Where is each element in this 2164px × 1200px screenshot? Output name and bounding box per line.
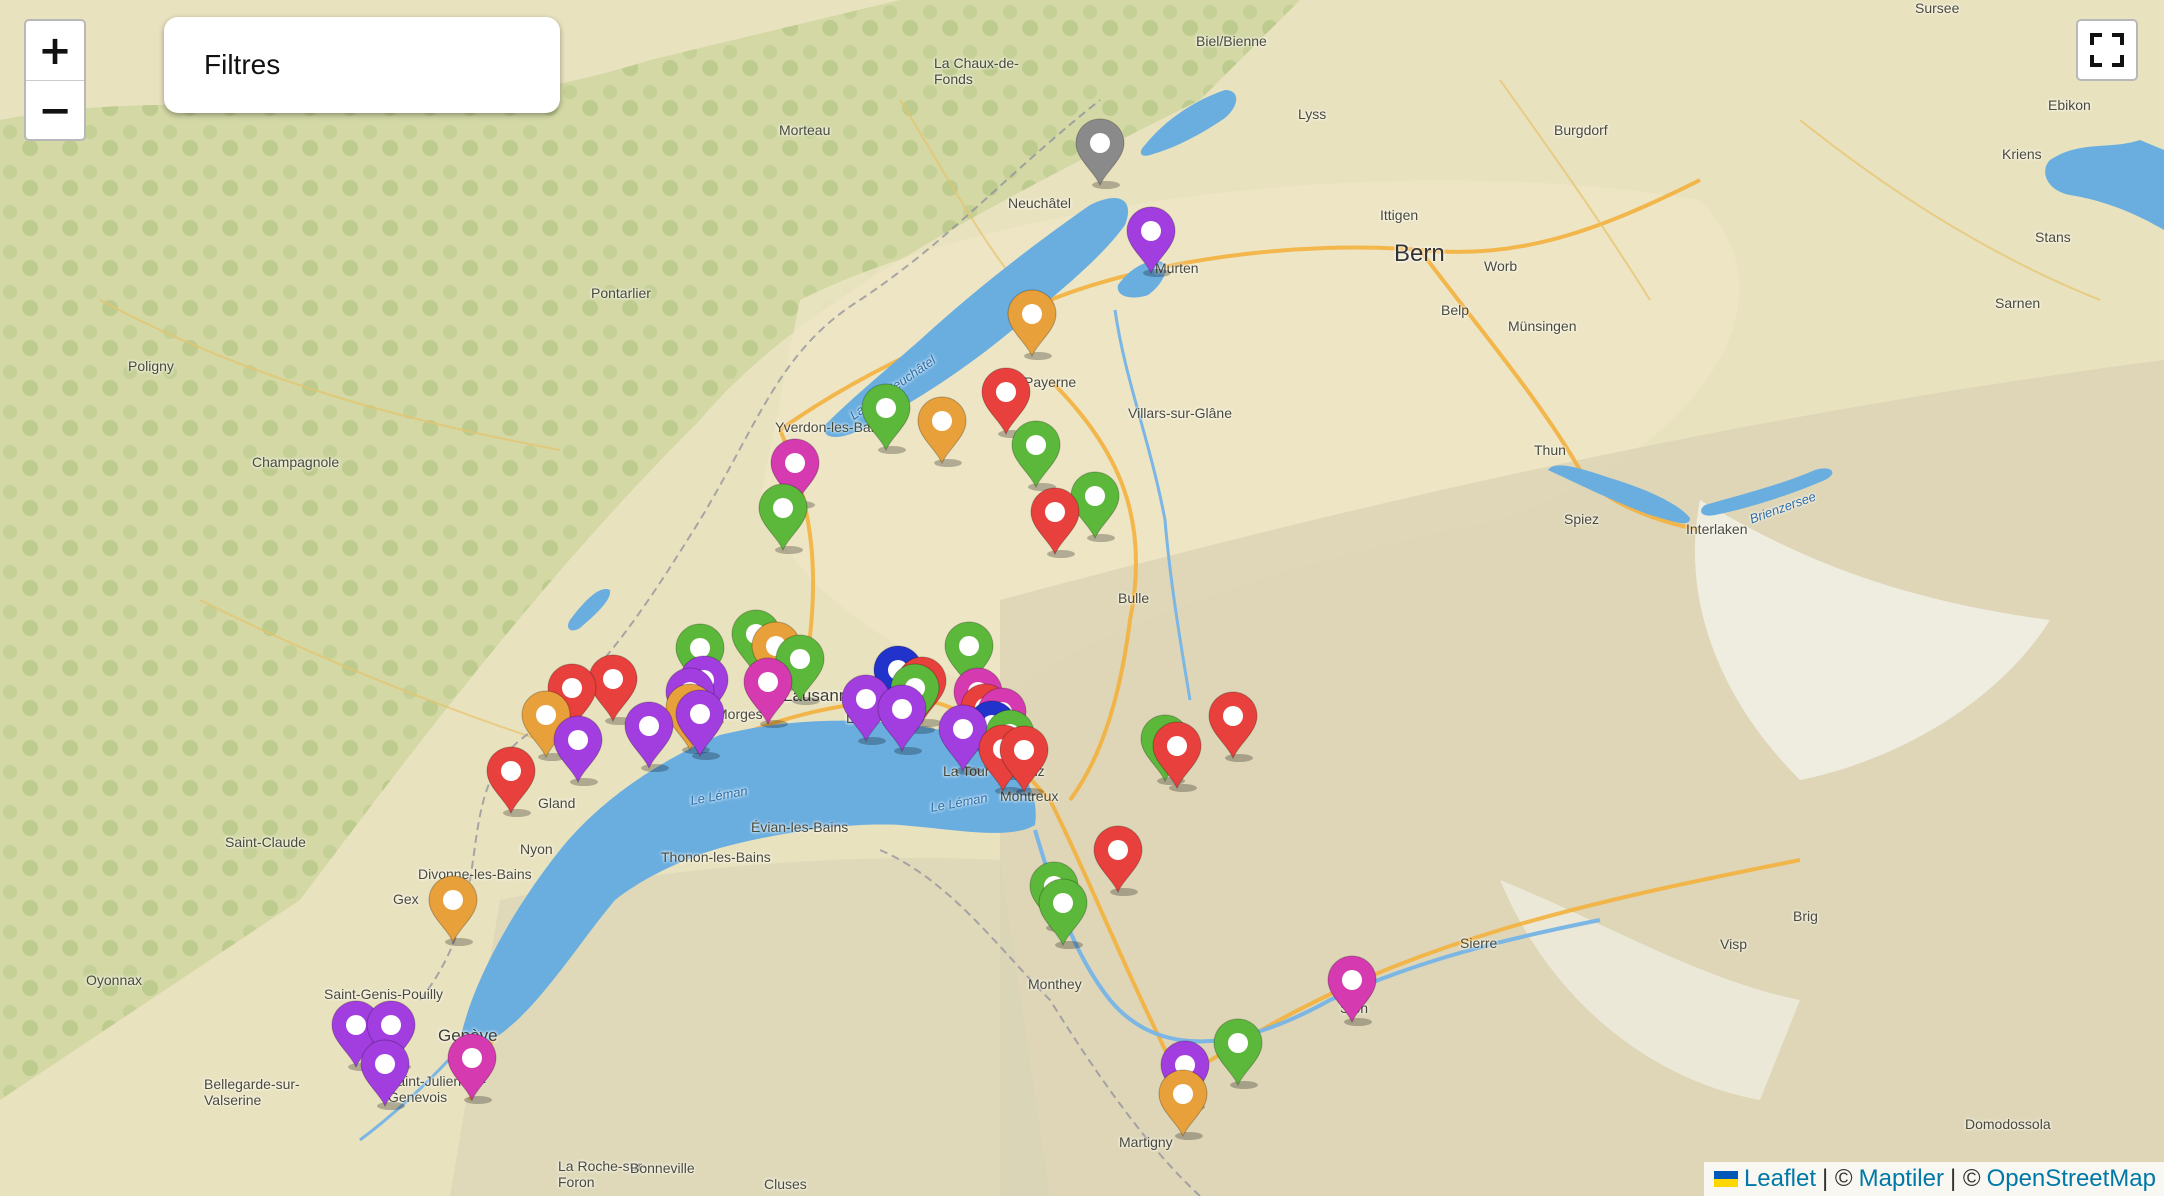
map-marker-purple[interactable] [624,701,674,772]
zoom-in-button[interactable]: + [26,21,84,81]
leaflet-link[interactable]: Leaflet [1744,1165,1816,1193]
map-marker-purple[interactable] [1126,206,1176,277]
map-marker-orange[interactable] [428,875,478,946]
map-marker-red[interactable] [1208,691,1258,762]
ukraine-flag-icon [1713,1171,1738,1187]
map-marker-magenta[interactable] [447,1033,497,1104]
map-marker-green[interactable] [861,383,911,454]
minus-icon: − [38,87,72,134]
map-marker-green[interactable] [1011,420,1061,491]
map-marker-magenta[interactable] [1327,955,1377,1026]
map-marker-red[interactable] [1093,825,1143,896]
map-marker-purple[interactable] [360,1039,410,1110]
zoom-control: + − [24,19,86,141]
map-marker-red[interactable] [999,725,1049,796]
attribution-separator: | © [1949,1165,1981,1192]
map-marker-purple[interactable] [877,684,927,755]
map-marker-purple[interactable] [553,715,603,786]
map-marker-magenta[interactable] [743,657,793,728]
markers-layer [331,118,1377,1140]
map-marker-purple[interactable] [938,704,988,775]
map-container[interactable]: Bern Lausanne Biel/Bienne Neuchâtel La C… [0,0,2164,1196]
filter-label: Filtres [204,49,281,80]
zoom-out-button[interactable]: − [26,81,84,139]
map-marker-green[interactable] [1038,878,1088,949]
openstreetmap-link[interactable]: OpenStreetMap [1987,1165,2156,1193]
plus-icon: + [38,27,72,74]
fullscreen-button[interactable] [2076,19,2138,81]
map-marker-gray[interactable] [1075,118,1125,189]
map-marker-red[interactable] [1030,487,1080,558]
fullscreen-icon [2090,33,2124,67]
map-marker-orange[interactable] [1158,1069,1208,1140]
map-marker-green[interactable] [758,483,808,554]
map-marker-orange[interactable] [917,396,967,467]
filter-button[interactable]: Filtres [164,17,560,113]
maptiler-link[interactable]: Maptiler [1859,1165,1944,1193]
attribution-bar: Leaflet | © Maptiler | © OpenStreetMap [1703,1162,2164,1196]
map-marker-green[interactable] [1213,1018,1263,1089]
map-marker-orange[interactable] [1007,289,1057,360]
map-marker-red[interactable] [486,746,536,817]
attribution-separator: | © [1822,1165,1853,1192]
